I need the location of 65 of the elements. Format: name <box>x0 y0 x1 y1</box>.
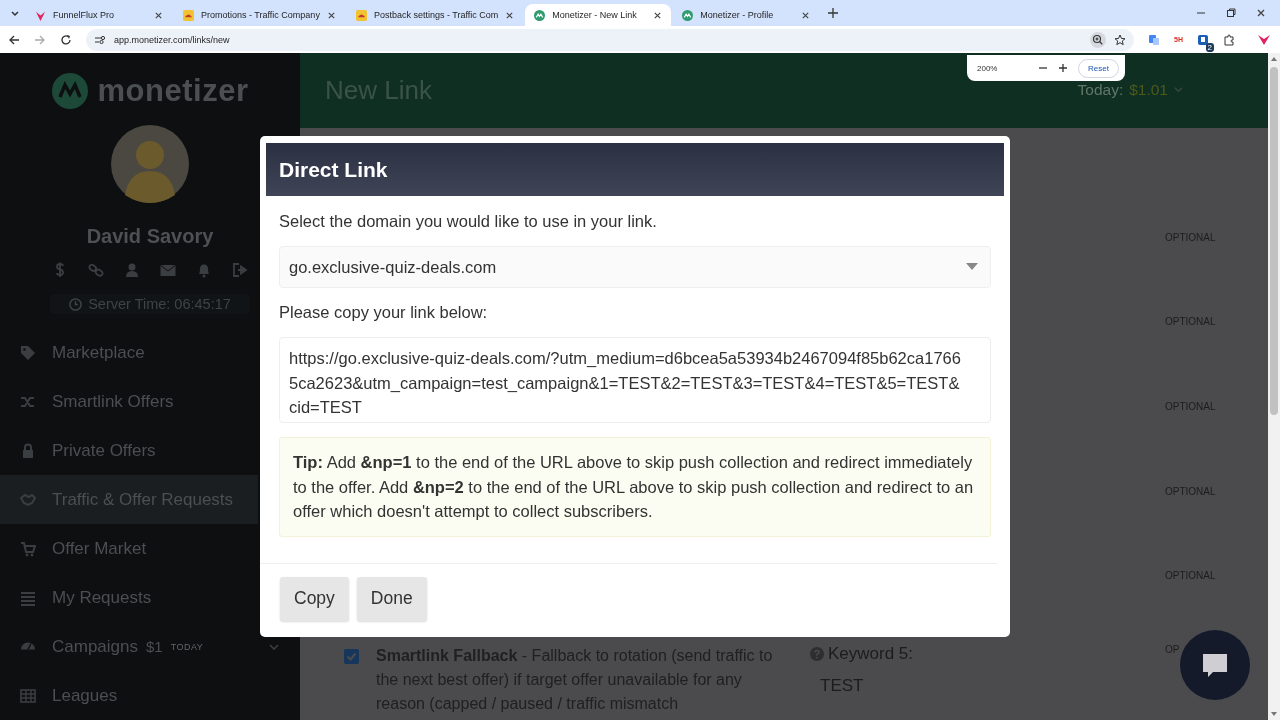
nav-label: Private Offers <box>52 440 156 461</box>
new-tab-icon[interactable] <box>827 7 840 19</box>
caret-icon <box>966 263 978 271</box>
lock-icon <box>20 442 36 459</box>
site-info-icon[interactable] <box>94 33 106 46</box>
dialog-title: Direct Link <box>266 143 1004 196</box>
close-icon[interactable] <box>326 10 336 20</box>
period-label: TODAY <box>170 641 204 652</box>
back-icon[interactable] <box>8 33 20 46</box>
nav-label: Marketplace <box>52 342 145 363</box>
extension-badge: 2 <box>1205 42 1214 52</box>
close-icon[interactable] <box>1256 8 1266 18</box>
browser-tab[interactable]: Postback settings - Traffic Com <box>346 4 524 26</box>
list-icon <box>20 589 36 606</box>
zoom-in-icon[interactable] <box>1058 63 1069 73</box>
translate-icon[interactable] <box>1148 33 1160 46</box>
chat-button[interactable] <box>1180 630 1250 700</box>
dialog-button[interactable]: Copy <box>280 576 349 621</box>
star-icon[interactable] <box>1114 33 1126 46</box>
nav-label: My Requests <box>52 587 152 608</box>
tip-text: Tip: Add &np=1 to the end of the URL above to skip push collection and redirect immediately to the offer. Add &np=2 to the end of the URL above to skip push collection and redirect to an offer which doesn't attempt to collect subscribers. <box>279 437 991 537</box>
puzzle-icon[interactable] <box>1222 33 1235 46</box>
nav-label: Offer Market <box>52 538 147 559</box>
m-logo-icon <box>682 9 694 21</box>
zoom-level: 200% <box>977 63 999 73</box>
cart-icon <box>20 540 36 557</box>
restore-icon[interactable] <box>1226 8 1236 18</box>
user-name: David Savory <box>86 225 214 248</box>
m-logo-icon <box>51 73 88 109</box>
checkbox[interactable] <box>344 648 359 664</box>
reset-button[interactable]: Reset <box>1078 58 1119 78</box>
close-icon[interactable] <box>801 10 811 20</box>
brand-name: monetizer <box>97 73 249 109</box>
nav-label: Leagues <box>52 685 118 706</box>
close-icon[interactable] <box>154 10 163 20</box>
browser-tab[interactable]: Promotions - Traffic Company <box>174 4 345 26</box>
v-logo-icon[interactable] <box>1256 33 1271 46</box>
tab-title: Monetizer - Profile <box>700 10 775 20</box>
tab-title: Monetizer - New Link <box>552 10 638 20</box>
clock-icon <box>69 297 83 311</box>
zoom-icon[interactable] <box>1090 31 1106 48</box>
tab-title: Postback settings - Traffic Com <box>373 10 499 20</box>
domain-select[interactable]: go.exclusive-quiz-deals.com <box>279 246 991 288</box>
amount: $1 <box>146 638 163 655</box>
instruction-text: Select the domain you would like to use in your link. <box>279 212 658 231</box>
v-logo-icon <box>35 9 46 21</box>
link-field[interactable]: https://go.exclusive-quiz-deals.com/?utm_medium=d6bcea5a53934b2467094f85b62ca17665ca2623&utm_campaign=test_campaign&1=TEST&2=TEST&3=TEST&4=TEST&5=TEST&cid=TEST <box>279 337 991 423</box>
browser-tab[interactable]: Monetizer - Profile <box>673 4 820 26</box>
clipboard-icon[interactable] <box>1196 33 1209 46</box>
gauge-icon <box>20 642 36 651</box>
nav-label: Campaigns <box>52 636 138 657</box>
tab-title: FunnelFlux Pro <box>53 10 116 20</box>
reload-icon[interactable] <box>60 33 72 46</box>
dialog-button[interactable]: Done <box>356 576 427 621</box>
close-icon[interactable] <box>505 10 515 20</box>
tag-icon <box>20 344 36 361</box>
table-icon <box>20 687 36 704</box>
close-icon[interactable] <box>653 10 663 20</box>
browser-tab[interactable]: Monetizer - New Link <box>525 4 672 26</box>
tab-title: Promotions - Traffic Company <box>201 10 320 20</box>
browser-tab[interactable]: FunnelFlux Pro <box>26 4 172 26</box>
m-logo-icon <box>534 9 546 21</box>
nav-label: Smartlink Offers <box>52 391 174 412</box>
instruction-text: Please copy your link below: <box>279 303 489 322</box>
chevron-icon <box>1174 85 1183 94</box>
